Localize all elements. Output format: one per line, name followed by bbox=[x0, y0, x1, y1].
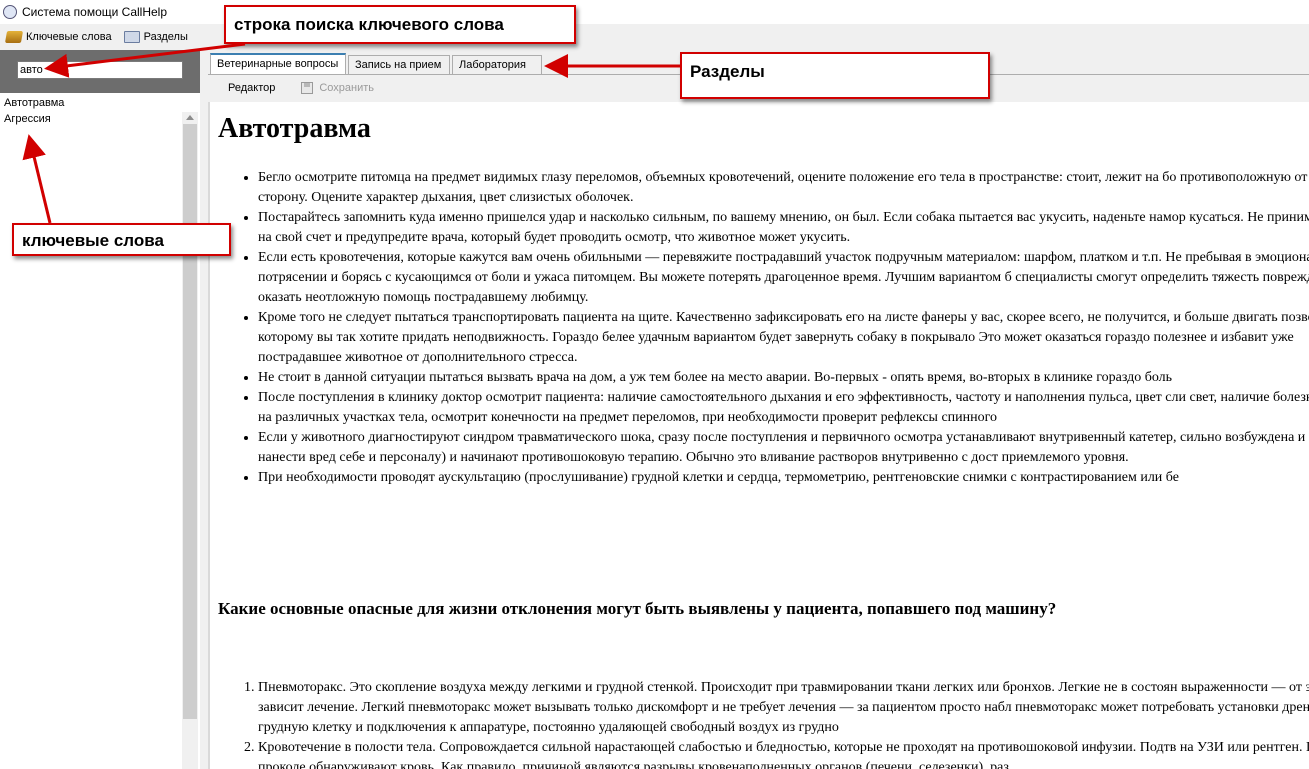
article-content: Автотравма Бегло осмотрите питомца на пр… bbox=[210, 102, 1309, 769]
save-icon bbox=[301, 82, 314, 94]
scroll-up-arrow-icon[interactable] bbox=[186, 115, 194, 120]
menu-bar: Ключевые слова Разделы bbox=[0, 26, 1309, 48]
menu-item-sections-label: Разделы bbox=[143, 31, 188, 43]
article-title: Автотравма bbox=[218, 113, 371, 144]
list-item: Постарайтесь запомнить куда именно прише… bbox=[258, 208, 1309, 248]
save-button[interactable]: Сохранить bbox=[301, 82, 374, 94]
menu-item-keywords[interactable]: Ключевые слова bbox=[4, 31, 112, 43]
annotation-sections: Разделы bbox=[680, 52, 990, 99]
article-bullet-list: Бегло осмотрите питомца на предмет видим… bbox=[210, 168, 1309, 488]
list-item: При необходимости проводят аускультацию … bbox=[258, 468, 1309, 488]
title-bar: Система помощи CallHelp bbox=[0, 0, 1309, 24]
article-subheading: Какие основные опасные для жизни отклоне… bbox=[218, 599, 1057, 618]
keyword-list-scrollbar[interactable] bbox=[182, 112, 198, 769]
menu-item-keywords-label: Ключевые слова bbox=[26, 31, 112, 43]
keyword-list: Автотравма Агрессия bbox=[0, 95, 182, 769]
menu-item-sections[interactable]: Разделы bbox=[123, 31, 188, 43]
panel-splitter[interactable] bbox=[200, 50, 208, 769]
list-item: Не стоит в данной ситуации пытаться вызв… bbox=[258, 368, 1309, 388]
annotation-search: строка поиска ключевого слова bbox=[224, 5, 576, 44]
list-item: Если есть кровотечения, которые кажутся … bbox=[258, 248, 1309, 308]
list-item: Бегло осмотрите питомца на предмет видим… bbox=[258, 168, 1309, 208]
tab-laboratory[interactable]: Лаборатория bbox=[452, 55, 542, 74]
tab-appointment[interactable]: Запись на прием bbox=[348, 55, 450, 74]
annotation-keywords: ключевые слова bbox=[12, 223, 231, 256]
keyword-item-aggression[interactable]: Агрессия bbox=[0, 111, 182, 127]
keyword-item-autotrauma[interactable]: Автотравма bbox=[0, 95, 182, 111]
list-item: Если у животного диагностируют синдром т… bbox=[258, 428, 1309, 468]
keyword-search-input[interactable] bbox=[17, 61, 183, 79]
book-icon bbox=[4, 31, 24, 43]
keywords-panel: Автотравма Агрессия bbox=[0, 50, 200, 769]
editor-button[interactable]: Редактор bbox=[228, 82, 275, 94]
window-title: Система помощи CallHelp bbox=[22, 5, 168, 19]
tab-veterinary-questions[interactable]: Ветеринарные вопросы bbox=[210, 53, 346, 75]
list-item: Кровотечение в полости тела. Сопровождае… bbox=[258, 738, 1309, 769]
save-button-label: Сохранить bbox=[319, 82, 375, 94]
list-item: После поступления в клинику доктор осмот… bbox=[258, 388, 1309, 428]
app-icon bbox=[3, 5, 17, 19]
sections-icon bbox=[123, 31, 140, 43]
search-area bbox=[0, 50, 200, 93]
list-item: Пневмоторакс. Это скопление воздуха межд… bbox=[258, 678, 1309, 738]
article-numbered-list: Пневмоторакс. Это скопление воздуха межд… bbox=[210, 678, 1309, 769]
list-item: Кроме того не следует пытаться транспорт… bbox=[258, 308, 1309, 368]
scrollbar-thumb[interactable] bbox=[183, 124, 197, 719]
